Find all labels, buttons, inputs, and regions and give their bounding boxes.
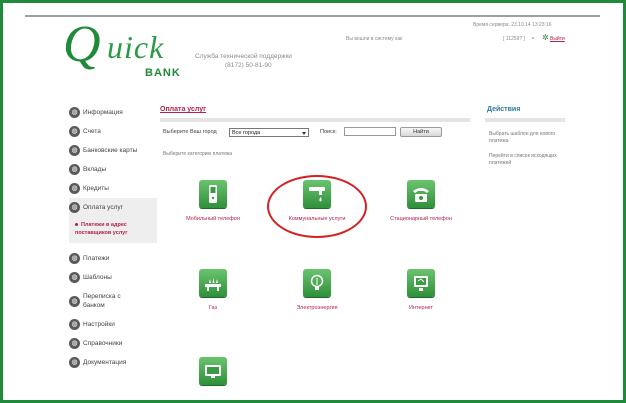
globe-icon: ◍ [69,253,80,264]
highlight-circle [267,175,367,238]
sidebar-item-settings[interactable]: ◍ Настройки [69,315,157,334]
globe-icon: ◍ [69,126,80,137]
tile-label: Газ [208,305,218,311]
logo-uick-text: uick [107,29,165,65]
sidebar-subitem-label: Платежи в адрес поставщиков услуг [75,222,128,236]
tile-label: Стационарный телефон [390,216,452,222]
sidebar: ◍ Информация ◍ Счета ◍ Банковские карты ◍ Вк… [69,103,157,372]
tile-label: Электроэнергия [296,305,338,311]
sidebar-item-docs[interactable]: ◍ Документация [69,353,157,372]
sidebar-item-cards[interactable]: ◍ Банковские карты [69,141,157,160]
support-info: Служба технической поддержки (8172) 50-8… [195,52,292,70]
tile-landline-phone[interactable]: Стационарный телефон [376,180,466,222]
tv-icon [199,357,227,385]
light-bulb-icon [303,269,331,297]
bullet-icon [75,223,78,227]
sidebar-item-label: Переписка с банком [83,293,121,309]
globe-icon: ◍ [69,183,80,194]
sidebar-item-label: Шаблоны [83,274,112,281]
screenshot-frame: Время сервера: 23.10.14 13:23:16 Вы вошл… [0,0,626,403]
city-select[interactable]: Все города [229,128,309,137]
choose-template-link[interactable]: Выбрать шаблон для нового платежа [489,131,561,145]
logout-icon[interactable]: ✲ [542,34,549,42]
logo-bank-text: BANK [145,67,181,79]
city-label: Выберите Ваш город [163,129,217,135]
header-divider [25,15,600,17]
sidebar-item-templates[interactable]: ◍ Шаблоны [69,268,157,287]
outgoing-payments-link[interactable]: Перейти в список исходящих платежей [489,153,561,167]
sidebar-item-credits[interactable]: ◍ Кредиты [69,179,157,198]
actions-title: Действия [487,106,521,113]
sidebar-item-label: Банковские карты [83,147,138,154]
globe-icon: ◍ [69,164,80,175]
tile-gas[interactable]: Газ [168,269,258,311]
support-phone: (8172) 50-81-90 [225,62,272,69]
tile-mobile-phone[interactable]: Мобильный телефон [168,180,258,222]
sidebar-item-deposits[interactable]: ◍ Вклады [69,160,157,179]
globe-icon: ◍ [69,272,80,283]
logged-in-as-text: Вы вошли в систему как [346,36,403,42]
actions-rule [485,118,565,122]
sidebar-item-label: Справочники [83,340,123,347]
separator-dot [532,37,534,39]
support-title: Служба технической поддержки [195,53,292,60]
page-title: Оплата услуг [160,106,207,113]
mobile-phone-icon [199,180,227,208]
tile-tv[interactable] [168,357,258,393]
search-label: Поиск: [320,129,337,135]
sidebar-item-messages[interactable]: ◍ Переписка с банком [69,287,157,315]
search-input[interactable] [344,127,396,136]
sidebar-item-label: Платежи [83,255,110,262]
globe-icon: ◍ [69,145,80,156]
sidebar-item-label: Оплата услуг [83,204,124,211]
tile-internet[interactable]: Интернет [376,269,466,311]
sidebar-item-label: Вклады [83,166,107,173]
server-time: Время сервера: 23.10.14 13:23:16 [473,22,552,28]
tile-label: Мобильный телефон [186,216,240,222]
user-id: [ 11259? ] [503,36,525,42]
globe-icon: ◍ [69,202,80,213]
category-label: Выберите категорию платежа [163,151,233,157]
sidebar-item-payments-services[interactable]: ◍ Оплата услуг [69,198,157,217]
logout-link[interactable]: Выйти [550,36,565,42]
quick-bank-logo[interactable]: Q uick BANK [63,19,188,85]
globe-icon: ◍ [69,338,80,349]
internet-monitor-icon [407,269,435,297]
globe-icon: ◍ [69,295,80,307]
gas-stove-icon [199,269,227,297]
sidebar-item-label: Счета [83,128,101,135]
sidebar-item-label: Настройки [83,321,115,328]
globe-icon: ◍ [69,107,80,118]
sidebar-item-references[interactable]: ◍ Справочники [69,334,157,353]
sidebar-item-accounts[interactable]: ◍ Счета [69,122,157,141]
sidebar-item-label: Документация [83,359,127,366]
sidebar-item-payments[interactable]: ◍ Платежи [69,249,157,268]
city-select-value: Все города [232,130,261,136]
title-rule [160,118,470,122]
tile-electricity[interactable]: Электроэнергия [272,269,362,311]
tile-label: Интернет [409,305,433,311]
find-button[interactable]: Найти [400,127,442,137]
globe-icon: ◍ [69,357,80,368]
landline-phone-icon [407,180,435,208]
logo-q-letter: Q [63,16,101,73]
chevron-down-icon [302,132,306,135]
sidebar-item-label: Информация [83,109,123,116]
sidebar-subitem-providers[interactable]: Платежи в адрес поставщиков услуг [69,217,157,243]
sidebar-item-info[interactable]: ◍ Информация [69,103,157,122]
globe-icon: ◍ [69,319,80,330]
sidebar-item-label: Кредиты [83,185,109,192]
